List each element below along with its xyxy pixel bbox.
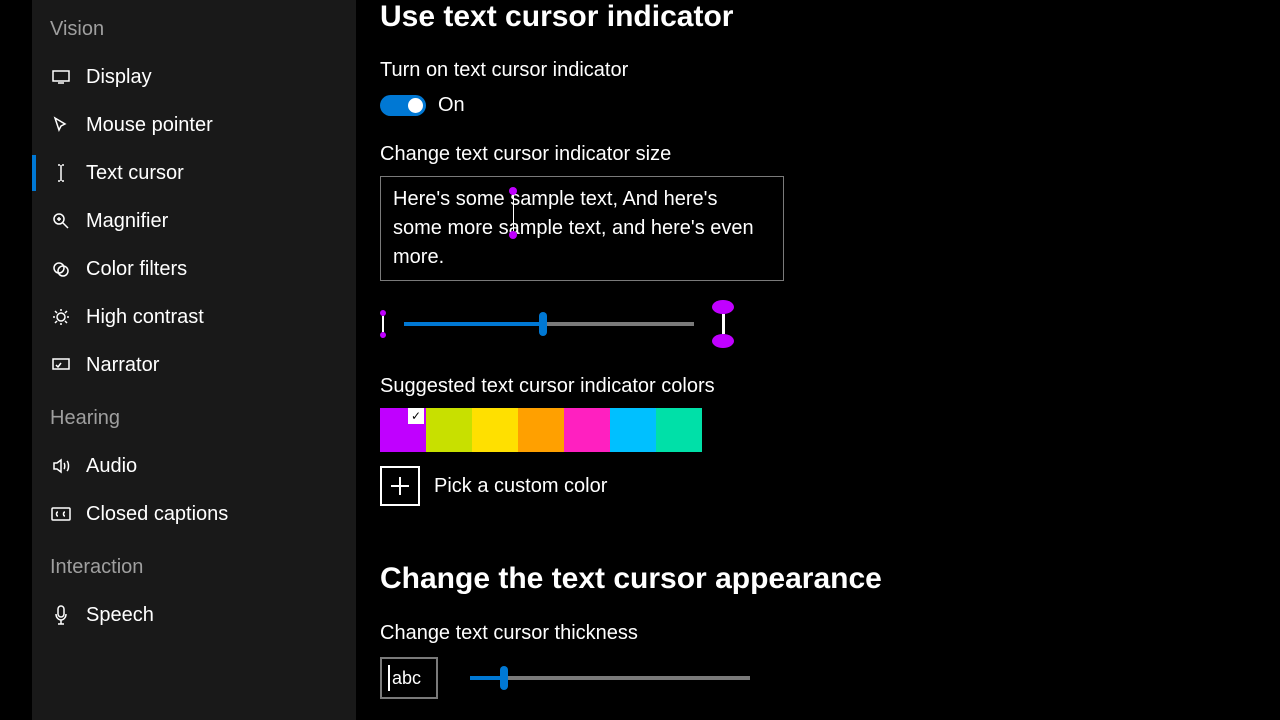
narrator-icon [50, 354, 72, 376]
appearance-title: Change the text cursor appearance [380, 562, 960, 596]
color-swatch[interactable] [426, 408, 472, 452]
cursor-indicator-toggle[interactable] [380, 95, 426, 116]
size-label: Change text cursor indicator size [380, 143, 960, 166]
color-swatch[interactable] [380, 408, 426, 452]
color-swatch[interactable] [656, 408, 702, 452]
sidebar-item-label: Audio [86, 455, 137, 478]
sidebar-item-label: Color filters [86, 258, 187, 281]
colors-label: Suggested text cursor indicator colors [380, 375, 960, 398]
sidebar-group-title: Interaction [32, 538, 356, 591]
color-filters-icon [50, 258, 72, 280]
sidebar-item-audio[interactable]: Audio [32, 442, 356, 490]
color-swatches [380, 408, 960, 452]
page-title: Use text cursor indicator [380, 0, 960, 33]
text-cursor-icon [50, 162, 72, 184]
sidebar-item-closed-captions[interactable]: Closed captions [32, 490, 356, 538]
plus-icon [389, 475, 411, 497]
sidebar-item-label: Speech [86, 604, 154, 627]
thickness-label: Change text cursor thickness [380, 622, 960, 645]
sidebar-item-label: Text cursor [86, 162, 184, 185]
sidebar-item-label: Magnifier [86, 210, 168, 233]
captions-icon [50, 503, 72, 525]
sample-text: Here's some sample text, And here's some… [393, 188, 754, 268]
sidebar-group-title: Hearing [32, 389, 356, 442]
color-swatch[interactable] [564, 408, 610, 452]
sidebar-item-label: Display [86, 66, 152, 89]
sample-text-box: Here's some sample text, And here's some… [380, 176, 784, 281]
sidebar-group-title: Vision [32, 0, 356, 53]
color-swatch[interactable] [518, 408, 564, 452]
toggle-section-label: Turn on text cursor indicator [380, 59, 960, 82]
indicator-size-slider[interactable] [404, 322, 694, 326]
size-indicator-min-icon [380, 310, 386, 338]
magnifier-icon [50, 210, 72, 232]
pick-custom-color-button[interactable] [380, 466, 420, 506]
sidebar-item-label: Closed captions [86, 503, 228, 526]
thickness-preview: abc [380, 657, 438, 699]
sidebar-item-color-filters[interactable]: Color filters [32, 245, 356, 293]
custom-color-label: Pick a custom color [434, 475, 607, 498]
sidebar-item-mouse-pointer[interactable]: Mouse pointer [32, 101, 356, 149]
thickness-preview-text: abc [392, 668, 421, 689]
thickness-slider[interactable] [470, 676, 750, 680]
audio-icon [50, 455, 72, 477]
color-swatch[interactable] [610, 408, 656, 452]
sidebar-item-magnifier[interactable]: Magnifier [32, 197, 356, 245]
pointer-icon [50, 114, 72, 136]
sidebar-item-speech[interactable]: Speech [32, 591, 356, 639]
display-icon [50, 66, 72, 88]
sidebar-item-high-contrast[interactable]: High contrast [32, 293, 356, 341]
main-panel: Use text cursor indicator Turn on text c… [356, 0, 1230, 720]
sidebar-item-label: Narrator [86, 354, 159, 377]
size-indicator-max-icon [712, 300, 734, 348]
color-swatch[interactable] [472, 408, 518, 452]
speech-icon [50, 604, 72, 626]
sidebar-item-display[interactable]: Display [32, 53, 356, 101]
sidebar: Vision Display Mouse pointer Text cursor Mag… [32, 0, 356, 720]
sidebar-item-text-cursor[interactable]: Text cursor [32, 149, 356, 197]
sidebar-item-narrator[interactable]: Narrator [32, 341, 356, 389]
toggle-state-label: On [438, 94, 465, 117]
sidebar-item-label: Mouse pointer [86, 114, 213, 137]
high-contrast-icon [50, 306, 72, 328]
sidebar-item-label: High contrast [86, 306, 204, 329]
